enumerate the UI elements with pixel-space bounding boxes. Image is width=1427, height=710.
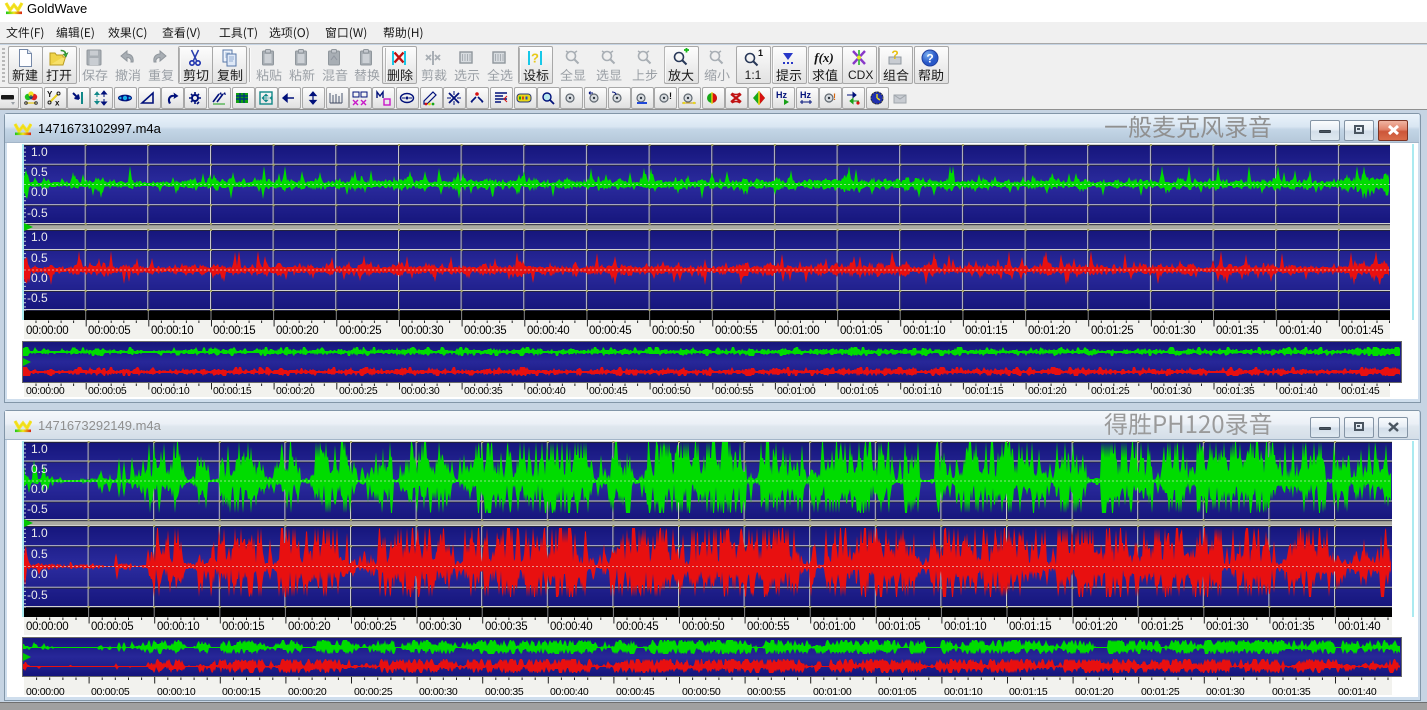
svg-text:!: ! <box>833 92 836 102</box>
svg-text:Hz: Hz <box>776 90 787 100</box>
svg-text:?: ? <box>531 51 539 66</box>
svg-text:Hz: Hz <box>800 90 811 100</box>
svg-text:!: ! <box>669 91 672 101</box>
svg-text:f(x): f(x) <box>814 50 834 65</box>
svg-text:?: ? <box>926 52 933 66</box>
svg-text:1: 1 <box>758 48 763 58</box>
svg-text:?: ? <box>891 48 898 62</box>
svg-text:x: x <box>55 99 60 107</box>
svg-text:Y: Y <box>47 90 53 99</box>
